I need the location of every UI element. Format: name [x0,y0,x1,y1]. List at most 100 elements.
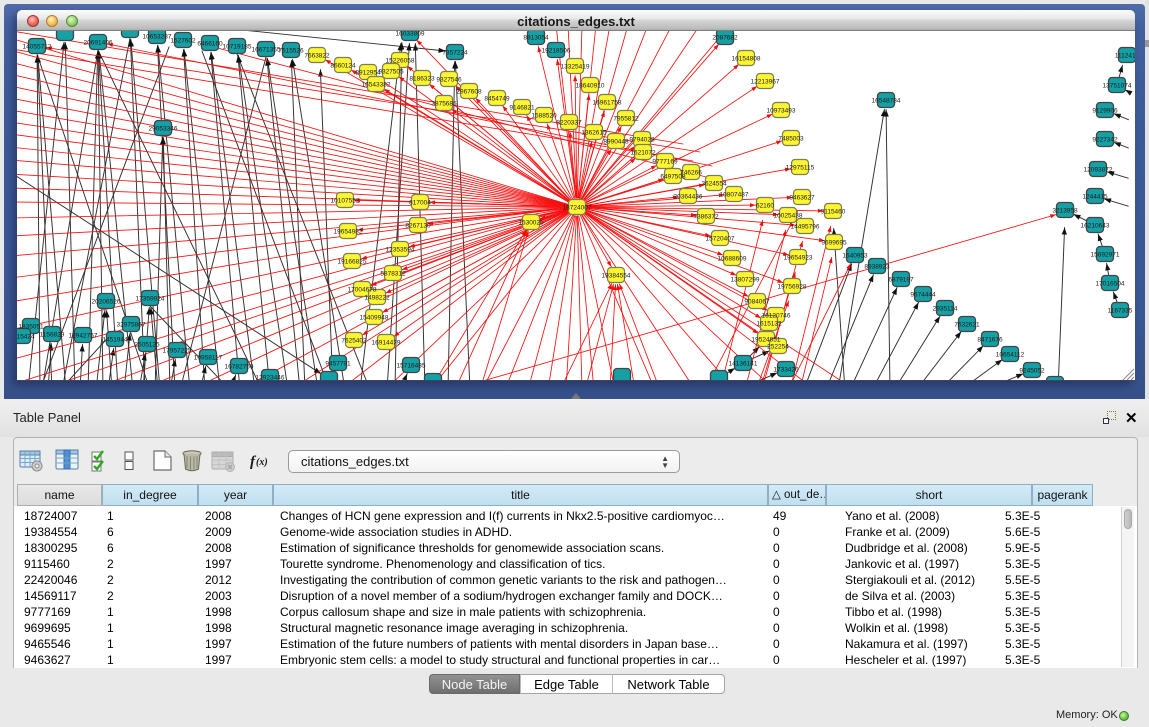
svg-text:1156829: 1156829 [40,332,65,339]
svg-text:1530025: 1530025 [518,220,544,227]
svg-text:8186323: 8186323 [409,76,435,83]
svg-text:7386372: 7386372 [693,214,719,221]
svg-text:9245052: 9245052 [1019,368,1045,375]
svg-text:9327505: 9327505 [378,69,404,76]
svg-text:10654112: 10654112 [996,352,1025,359]
svg-text:16033809: 16033809 [396,31,425,38]
svg-text:16548784: 16548784 [872,98,901,105]
svg-text:1621072: 1621072 [630,150,656,157]
svg-text:2967608: 2967608 [456,89,482,96]
svg-text:16210643: 16210643 [1081,223,1110,230]
svg-text:3624554: 3624554 [701,181,727,188]
svg-text:13807299: 13807299 [731,277,760,284]
svg-text:13325419: 13325419 [561,64,590,71]
svg-text:8660124: 8660124 [330,63,356,70]
svg-text:12975115: 12975115 [786,165,815,172]
svg-text:7485003: 7485003 [778,136,804,143]
svg-text:8454749: 8454749 [484,96,510,103]
svg-text:16961758: 16961758 [593,100,622,107]
svg-text:10719185: 10719185 [223,44,252,51]
svg-text:9674444: 9674444 [910,292,936,299]
svg-text:9115460: 9115460 [821,209,846,216]
svg-text:3213958: 3213958 [1052,208,1078,215]
svg-text:10653287: 10653287 [143,34,172,41]
svg-text:14055712: 14055712 [23,44,52,51]
svg-text:16671355: 16671355 [252,47,281,54]
svg-text:9327546: 9327546 [436,77,462,84]
svg-text:5878312: 5878312 [380,271,406,278]
svg-text:1167335: 1167335 [1108,308,1133,315]
svg-text:8938923: 8938923 [864,264,890,271]
svg-text:17004678: 17004678 [348,287,377,294]
svg-text:8813054: 8813054 [523,35,549,42]
svg-text:17016504: 17016504 [1096,281,1125,288]
svg-text:20364436: 20364436 [674,194,703,201]
svg-text:9699695: 9699695 [821,240,847,247]
svg-text:7663822: 7663822 [304,53,330,60]
svg-text:15226058: 15226058 [386,58,415,65]
svg-text:18724007: 18724007 [563,205,592,212]
svg-text:1112414: 1112414 [1115,53,1135,60]
svg-text:817004: 817004 [409,200,431,207]
svg-text:10807487: 10807487 [720,192,749,199]
svg-text:2505125: 2505125 [134,342,160,349]
svg-text:8267130: 8267130 [405,223,431,230]
svg-text:12942757: 12942757 [69,333,98,340]
svg-text:19166825: 19166825 [338,259,367,266]
svg-text:14136141: 14136141 [729,361,758,368]
svg-text:10973493: 10973493 [767,108,796,115]
svg-text:7955812: 7955812 [613,116,639,123]
svg-text:9463627: 9463627 [789,195,815,202]
svg-text:16543382: 16543382 [362,82,391,89]
svg-text:12093872: 12093872 [1084,167,1113,174]
svg-text:19524851: 19524851 [752,337,781,344]
svg-text:15720407: 15720407 [706,236,735,243]
svg-text:20691406: 20691406 [84,40,113,47]
svg-text:19384554: 19384554 [602,273,631,280]
svg-text:1615132: 1615132 [756,321,782,328]
svg-text:7625402: 7625402 [341,338,367,345]
svg-text:8912954: 8912954 [355,70,381,77]
svg-text:16914479: 16914479 [372,340,401,347]
svg-text:6497508: 6497508 [660,174,686,181]
svg-text:18640910: 18640910 [576,83,605,90]
svg-text:19654982: 19654982 [334,229,363,236]
svg-text:19218506: 19218506 [542,48,571,55]
svg-text:15692971: 15692971 [1091,252,1120,259]
svg-text:9146821: 9146821 [509,105,535,112]
svg-text:8471676: 8471676 [977,337,1003,344]
svg-text:12353594: 12353594 [386,247,415,254]
svg-text:7357224: 7357224 [442,50,468,57]
svg-text:12923446: 12923446 [256,375,285,382]
svg-text:17359924: 17359924 [136,296,165,303]
svg-text:10958117: 10958117 [194,355,223,362]
svg-text:12213967: 12213967 [751,79,780,86]
svg-text:2935114: 2935114 [933,306,958,313]
svg-text:20206526: 20206526 [92,299,121,306]
svg-text:9457791: 9457791 [325,361,351,368]
svg-text:10025438: 10025438 [774,213,803,220]
svg-text:13751074: 13751074 [1103,83,1132,90]
svg-text:9794028: 9794028 [629,137,655,144]
svg-text:10107552: 10107552 [331,198,360,205]
svg-text:1498222: 1498222 [364,295,390,302]
svg-text:19654923: 19654923 [784,255,813,262]
svg-text:2087682: 2087682 [712,35,738,42]
svg-text:16120746: 16120746 [762,313,791,320]
svg-text:7515526: 7515526 [278,48,304,55]
svg-text:1527602: 1527602 [170,38,196,45]
svg-text:10688609: 10688609 [718,256,747,263]
svg-text:17957225: 17957225 [163,348,192,355]
svg-text:252254: 252254 [767,344,789,351]
svg-text:32975867: 32975867 [117,322,146,329]
svg-text:15409948: 15409948 [360,315,389,322]
svg-text:8220337: 8220337 [556,120,582,127]
svg-text:19756928: 19756928 [778,284,807,291]
svg-text:16154808: 16154808 [732,56,761,63]
svg-text:7632621: 7632621 [954,322,980,329]
svg-text:9777169: 9777169 [652,159,678,166]
svg-text:1244415: 1244415 [1082,194,1108,201]
svg-text:1733426: 1733426 [773,367,799,374]
svg-text:6466160: 6466160 [197,41,223,48]
svg-text:16782759: 16782759 [225,364,254,371]
